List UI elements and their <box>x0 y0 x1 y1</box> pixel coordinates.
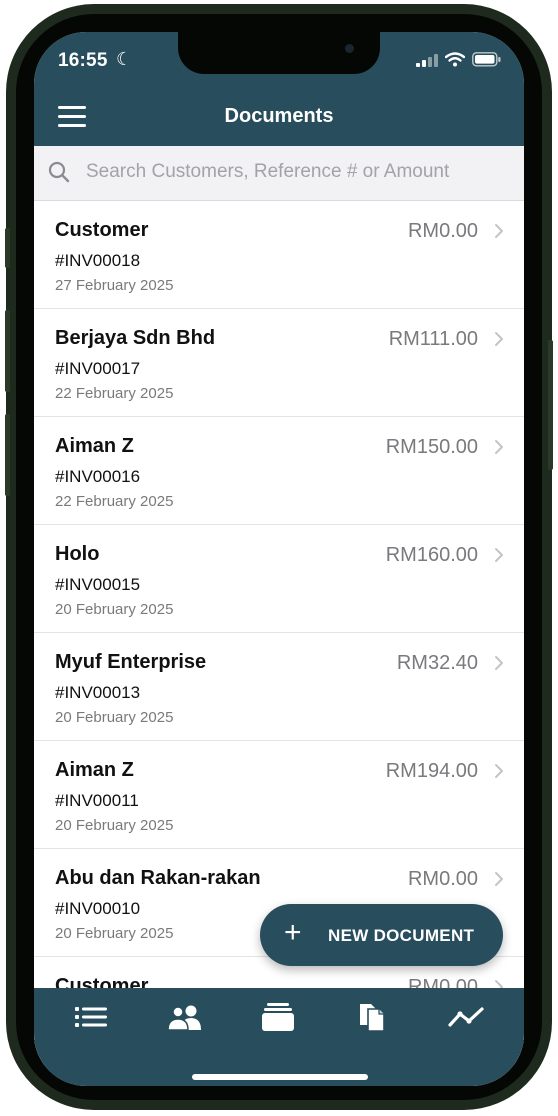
document-row[interactable]: Myuf Enterprise #INV00013 20 February 20… <box>34 633 524 741</box>
battery-icon <box>472 52 501 67</box>
search-bar <box>34 146 524 201</box>
customer-name: Customer <box>55 219 149 241</box>
page-title: Documents <box>224 105 334 127</box>
document-reference: #INV00017 <box>55 359 141 378</box>
volume-down-button <box>5 414 10 496</box>
document-reference: #INV00013 <box>55 683 141 702</box>
tab-list[interactable] <box>71 1000 111 1034</box>
document-amount: RM160.00 <box>385 544 478 566</box>
tab-reports[interactable] <box>446 1000 486 1034</box>
document-amount: RM111.00 <box>388 328 478 350</box>
list-icon <box>75 1007 107 1027</box>
document-reference: #INV00015 <box>55 575 141 594</box>
document-date: 20 February 2025 <box>55 601 174 618</box>
search-input[interactable] <box>86 157 506 187</box>
document-date: 22 February 2025 <box>55 385 174 402</box>
chevron-right-icon <box>495 332 503 346</box>
new-document-label: NEW DOCUMENT <box>328 926 475 945</box>
status-icons <box>416 52 502 67</box>
document-date: 20 February 2025 <box>55 817 174 834</box>
tab-documents[interactable] <box>352 1000 392 1034</box>
status-bar: 16:55 ☾ <box>34 32 524 88</box>
tab-customers[interactable] <box>165 1000 205 1034</box>
search-icon <box>48 161 70 183</box>
document-amount: RM150.00 <box>385 436 478 458</box>
chevron-right-icon <box>495 656 503 670</box>
front-camera <box>345 44 354 53</box>
volume-up-button <box>5 310 10 392</box>
document-date: 22 February 2025 <box>55 493 174 510</box>
customer-name: Abu dan Rakan-rakan <box>55 867 261 889</box>
document-amount: RM32.40 <box>396 652 478 674</box>
document-reference: #INV00010 <box>55 899 141 918</box>
wifi-icon <box>445 52 465 67</box>
document-date: 27 February 2025 <box>55 277 174 294</box>
document-reference: #INV00016 <box>55 467 141 486</box>
document-date: 20 February 2025 <box>55 925 174 942</box>
document-row[interactable]: Holo #INV00015 20 February 2025 RM160.00 <box>34 525 524 633</box>
app-screen: 16:55 ☾ Documents Search Customers, Refe… <box>34 32 524 1086</box>
chevron-right-icon <box>495 224 503 238</box>
document-row[interactable]: Aiman Z #INV00011 20 February 2025 RM194… <box>34 741 524 849</box>
documents-icon <box>360 1004 385 1032</box>
document-reference: #INV00011 <box>55 791 139 810</box>
chevron-right-icon <box>495 548 503 562</box>
chevron-right-icon <box>495 764 503 778</box>
new-document-button[interactable]: + NEW DOCUMENT <box>260 904 503 966</box>
document-amount: RM194.00 <box>385 760 478 782</box>
chevron-right-icon <box>495 440 503 454</box>
plus-icon: + <box>284 916 302 949</box>
nav-bar: Documents <box>34 88 524 146</box>
chevron-right-icon <box>495 872 503 886</box>
customer-name: Aiman Z <box>55 759 134 781</box>
document-amount: RM0.00 <box>407 868 478 890</box>
document-row[interactable]: Berjaya Sdn Bhd #INV00017 22 February 20… <box>34 309 524 417</box>
bottom-tab-bar <box>34 988 524 1086</box>
inventory-icon <box>262 1003 294 1031</box>
document-amount: RM0.00 <box>407 220 478 242</box>
action-button <box>5 228 10 268</box>
camera-notch <box>178 32 380 74</box>
home-indicator[interactable] <box>192 1074 368 1080</box>
reports-icon <box>448 1007 484 1027</box>
status-time: 16:55 <box>58 50 108 71</box>
power-button <box>548 340 553 470</box>
document-row[interactable]: Aiman Z #INV00016 22 February 2025 RM150… <box>34 417 524 525</box>
customer-name: Myuf Enterprise <box>55 651 207 673</box>
document-row[interactable]: Customer #INV00018 27 February 2025 RM0.… <box>34 201 524 309</box>
customer-name: Berjaya Sdn Bhd <box>55 327 216 349</box>
customer-name: Aiman Z <box>55 435 134 457</box>
document-reference: #INV00018 <box>55 251 141 270</box>
customer-name: Holo <box>55 543 100 565</box>
customers-icon <box>167 1005 201 1030</box>
focus-moon-icon: ☾ <box>116 49 133 69</box>
cellular-signal-icon <box>416 54 438 67</box>
tab-inventory[interactable] <box>258 1000 298 1034</box>
document-date: 20 February 2025 <box>55 709 174 726</box>
